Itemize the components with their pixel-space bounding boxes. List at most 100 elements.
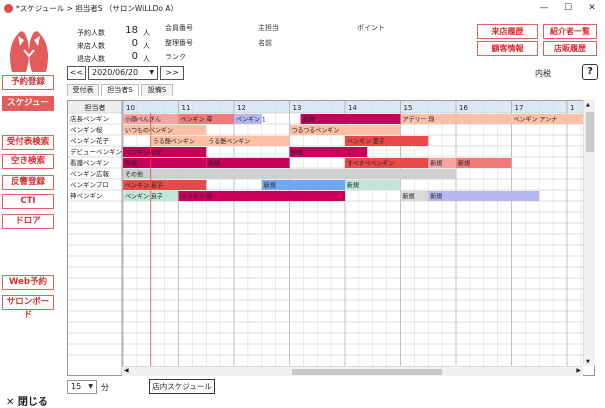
- booking-label: ペンギン 苺: [181, 116, 213, 124]
- hour-label: 10: [126, 104, 135, 112]
- booking-label: ペンギン アンナ: [514, 117, 558, 124]
- web-reserve-button[interactable]: Web予約: [2, 275, 54, 290]
- close-button[interactable]: ✕ 閉じる: [6, 393, 48, 408]
- booking-label: 新規: [403, 193, 415, 201]
- schedule-button[interactable]: スケジュール: [2, 96, 54, 121]
- hour-label: 1: [570, 104, 574, 112]
- hour-label: 14: [348, 104, 357, 112]
- maximize-icon[interactable]: ☐: [556, 0, 580, 16]
- scroll-up-icon[interactable]: ▲: [586, 102, 590, 108]
- vertical-scrollbar[interactable]: ▲ ▼: [583, 100, 595, 366]
- booking-label: ペンギン 良子: [125, 182, 163, 190]
- booking-label: ペンギン新規: [125, 149, 161, 157]
- response-register-button[interactable]: 反響登録: [2, 175, 54, 190]
- chevron-down-icon: ▼: [149, 69, 154, 76]
- hour-label: 15: [404, 104, 413, 112]
- rank-label: ランク: [165, 53, 186, 61]
- booking-label: 新規: [125, 160, 137, 168]
- vacancy-search-button[interactable]: 空き検索: [2, 154, 54, 169]
- cti-button[interactable]: CTI: [2, 194, 54, 209]
- referrer-list-button[interactable]: 紹介者一覧: [543, 24, 597, 39]
- booking-label: 新規: [458, 160, 470, 168]
- next-date-button[interactable]: >>: [160, 66, 184, 80]
- hour-label: 16: [459, 104, 468, 112]
- booking-label: ペンギン 良子: [125, 193, 163, 201]
- booking-label: すべすべペンギン: [347, 161, 394, 168]
- manage-no-label: 整理番号: [165, 39, 193, 47]
- booking-label: つるつるペンギン: [292, 128, 340, 135]
- scroll-down-icon[interactable]: ▼: [586, 359, 590, 365]
- tab-reception[interactable]: 受付表: [67, 84, 99, 96]
- hour-label: 12: [237, 104, 246, 112]
- interval-select[interactable]: 15 ▼: [67, 380, 97, 394]
- point-label: ポイント: [357, 24, 385, 32]
- window-title: *スケジュール > 担当者S （サロンWiLLDo A）: [16, 3, 178, 13]
- member-no-label: 会員番号: [165, 24, 193, 32]
- booking-label: 新規: [303, 116, 315, 124]
- penguin-logo-icon: [10, 31, 48, 72]
- booking-label: その他: [125, 171, 143, 179]
- tab-staff-schedule[interactable]: 担当者S: [101, 84, 139, 96]
- staff-name: ペンギン花子: [70, 136, 110, 145]
- booking-label: ペンギン 姫: [181, 193, 213, 201]
- scroll-left-icon[interactable]: ◀: [124, 367, 129, 374]
- booking-label: うる艶ペンギン: [153, 138, 195, 146]
- sidebar: 予約登録スケジュール受付表検索空き検索反響登録 CTI ドロア Web予約サロンボード…: [0, 16, 57, 408]
- booking-label: 新規: [430, 160, 442, 168]
- vertical-scroll-thumb[interactable]: [586, 112, 594, 152]
- staff-name: ペンギン桜: [70, 125, 103, 134]
- stat-left: 退店人数 0 人: [77, 51, 150, 63]
- app-icon: [4, 3, 13, 13]
- booking-label: 新規: [292, 149, 304, 157]
- staff-name: 神ペンギン: [70, 191, 103, 200]
- tax-label: 内税: [535, 69, 551, 78]
- store-schedule-button[interactable]: 店内スケジュール: [149, 379, 215, 394]
- staff-name: ペンギン広報: [70, 169, 110, 178]
- date-picker[interactable]: 2020/06/20 ▼: [88, 66, 158, 80]
- staff-name: 看護ペンギン: [70, 158, 109, 167]
- interval-unit: 分: [101, 383, 109, 392]
- staff-name: 店長ペンギン: [70, 114, 109, 123]
- help-button[interactable]: ?: [582, 64, 598, 80]
- prev-date-button[interactable]: <<: [67, 66, 86, 80]
- sales-history-button[interactable]: 店販履歴: [543, 41, 597, 56]
- booking-label: ペンギン 愛子: [347, 138, 385, 146]
- schedule-grid[interactable]: 担当者 10 11 12 13 14 15 16 17 1 店長ペンギン ペンギン桜 ペンギン花子 デビュ…: [67, 100, 595, 376]
- customer-info-button[interactable]: 顧客情報: [477, 41, 538, 56]
- scroll-right-icon[interactable]: ▶: [576, 367, 581, 374]
- reserve-button[interactable]: 予約登録: [2, 75, 54, 90]
- hour-label: 13: [293, 104, 302, 112]
- hour-label: 11: [182, 104, 191, 112]
- title-bar: *スケジュール > 担当者S （サロンWiLLDo A） — ☐ ✕: [0, 0, 605, 16]
- name-label: 名前: [258, 39, 272, 47]
- reception-search-button[interactable]: 受付表検索: [2, 135, 54, 150]
- stat-visited: 来店人数 0 人: [77, 38, 150, 50]
- visit-history-button[interactable]: 来店履歴: [477, 24, 538, 39]
- schedule-svg: 担当者 10 11 12 13 14 15 16 17 1 店長ペンギンペンギン桜ペンギン花子デビュ…: [68, 101, 594, 375]
- booking-label: 小顔ぺんぎん: [125, 116, 161, 124]
- booking-label: 新規: [347, 182, 359, 190]
- stat-reserved: 予約人数 18 人: [77, 25, 150, 37]
- chevron-down-icon: ▼: [88, 383, 93, 390]
- tab-equipment[interactable]: 設備S: [141, 84, 173, 96]
- booking-label: いつものペンギン: [125, 128, 173, 135]
- horizontal-scroll-thumb[interactable]: [292, 369, 442, 375]
- booking-label: 新規: [208, 160, 220, 168]
- drawer-button[interactable]: ドロア: [2, 214, 54, 229]
- staff-name: デビューペンギン: [70, 147, 122, 156]
- booking-block[interactable]: [428, 191, 540, 201]
- booking-label: うる艶ペンギン: [208, 138, 250, 146]
- booking-label: アデリー 翔: [403, 116, 435, 124]
- booking-label: 新規: [264, 182, 276, 190]
- salonboard-button[interactable]: サロンボード: [2, 295, 54, 320]
- horizontal-scrollbar[interactable]: ◀ ▶: [122, 366, 583, 376]
- main-staff-label: 主担当: [258, 24, 279, 32]
- booking-label: ペンギン 1: [236, 117, 266, 124]
- booking-block[interactable]: [300, 114, 401, 124]
- staff-header-label: 担当者: [85, 103, 106, 112]
- booking-label: 新規: [430, 193, 442, 201]
- close-icon[interactable]: ✕: [580, 0, 604, 16]
- booking-block[interactable]: [123, 169, 456, 179]
- staff-name: ペンギンプロ: [70, 181, 109, 189]
- minimize-icon[interactable]: —: [532, 0, 556, 16]
